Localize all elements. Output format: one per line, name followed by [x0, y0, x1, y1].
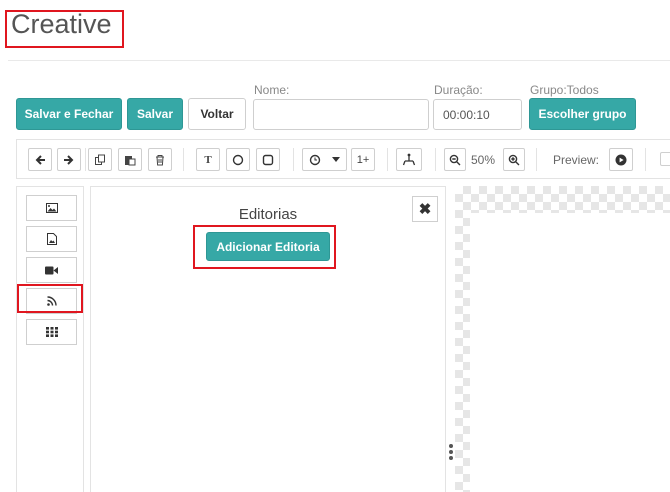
- header-divider: [8, 60, 670, 61]
- duration-input[interactable]: 00:00:10: [433, 99, 522, 130]
- timer-dropdown[interactable]: [302, 148, 347, 171]
- rectangle-tool-icon[interactable]: [256, 148, 280, 171]
- save-button[interactable]: Salvar: [127, 98, 183, 130]
- duplicate-count-button[interactable]: 1+: [351, 148, 375, 171]
- align-icon[interactable]: [396, 148, 422, 171]
- preview-label: Preview:: [553, 153, 600, 167]
- name-label: Nome:: [254, 83, 290, 97]
- zoom-in-icon[interactable]: [503, 148, 525, 171]
- rss-highlight-box: [17, 284, 83, 313]
- video-icon[interactable]: [26, 257, 77, 283]
- group-label: Grupo:Todos: [530, 83, 599, 97]
- duration-label: Duração:: [434, 83, 483, 97]
- add-editoria-button[interactable]: Adicionar Editoria: [206, 232, 330, 261]
- save-and-close-button[interactable]: Salvar e Fechar: [16, 98, 122, 130]
- panel-title: Editorias: [238, 206, 298, 223]
- trash-icon[interactable]: [148, 148, 172, 171]
- resize-handle[interactable]: [449, 444, 453, 460]
- clock-icon: [309, 154, 320, 165]
- copy-icon[interactable]: [88, 148, 112, 171]
- page-title: Creative: [11, 9, 112, 39]
- canvas-stage[interactable]: [470, 213, 670, 492]
- caret-down-icon: [332, 156, 341, 162]
- play-icon[interactable]: [609, 148, 633, 171]
- choose-group-button[interactable]: Escolher grupo: [529, 98, 636, 130]
- zoom-out-icon[interactable]: [444, 148, 466, 171]
- paste-icon[interactable]: [118, 148, 142, 171]
- zoom-level: 50%: [471, 153, 496, 167]
- arrow-right-icon[interactable]: [57, 148, 81, 171]
- grid-icon[interactable]: [26, 319, 77, 345]
- preview-checkbox[interactable]: [660, 152, 670, 166]
- circle-tool-icon[interactable]: [226, 148, 250, 171]
- image-file-icon[interactable]: [26, 226, 77, 252]
- arrow-left-icon[interactable]: [28, 148, 52, 171]
- element-sidebar: [16, 186, 84, 492]
- editor-toolbar: T 1+ 50% Preview:: [16, 139, 670, 179]
- text-tool-button[interactable]: T: [196, 148, 220, 171]
- name-input[interactable]: [253, 99, 429, 130]
- close-icon[interactable]: ✖: [412, 196, 438, 222]
- image-icon[interactable]: [26, 195, 77, 221]
- back-button[interactable]: Voltar: [188, 98, 246, 130]
